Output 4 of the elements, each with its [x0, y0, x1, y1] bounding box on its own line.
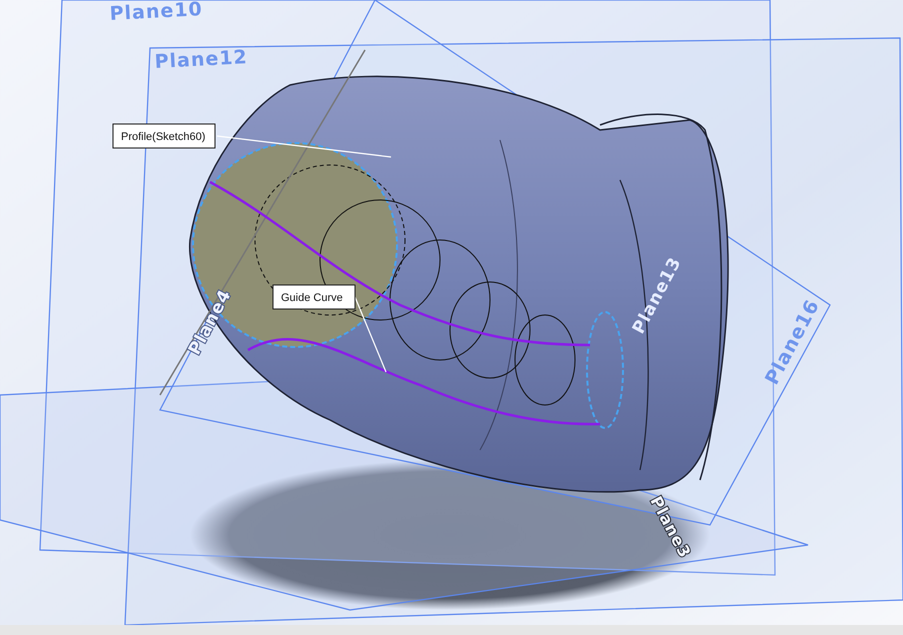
callout-label: Guide Curve — [281, 292, 343, 304]
plane-label: Plane12 — [154, 46, 248, 73]
plane-label: Plane10 — [109, 0, 204, 25]
callout-label: Profile(Sketch60) — [121, 131, 206, 143]
